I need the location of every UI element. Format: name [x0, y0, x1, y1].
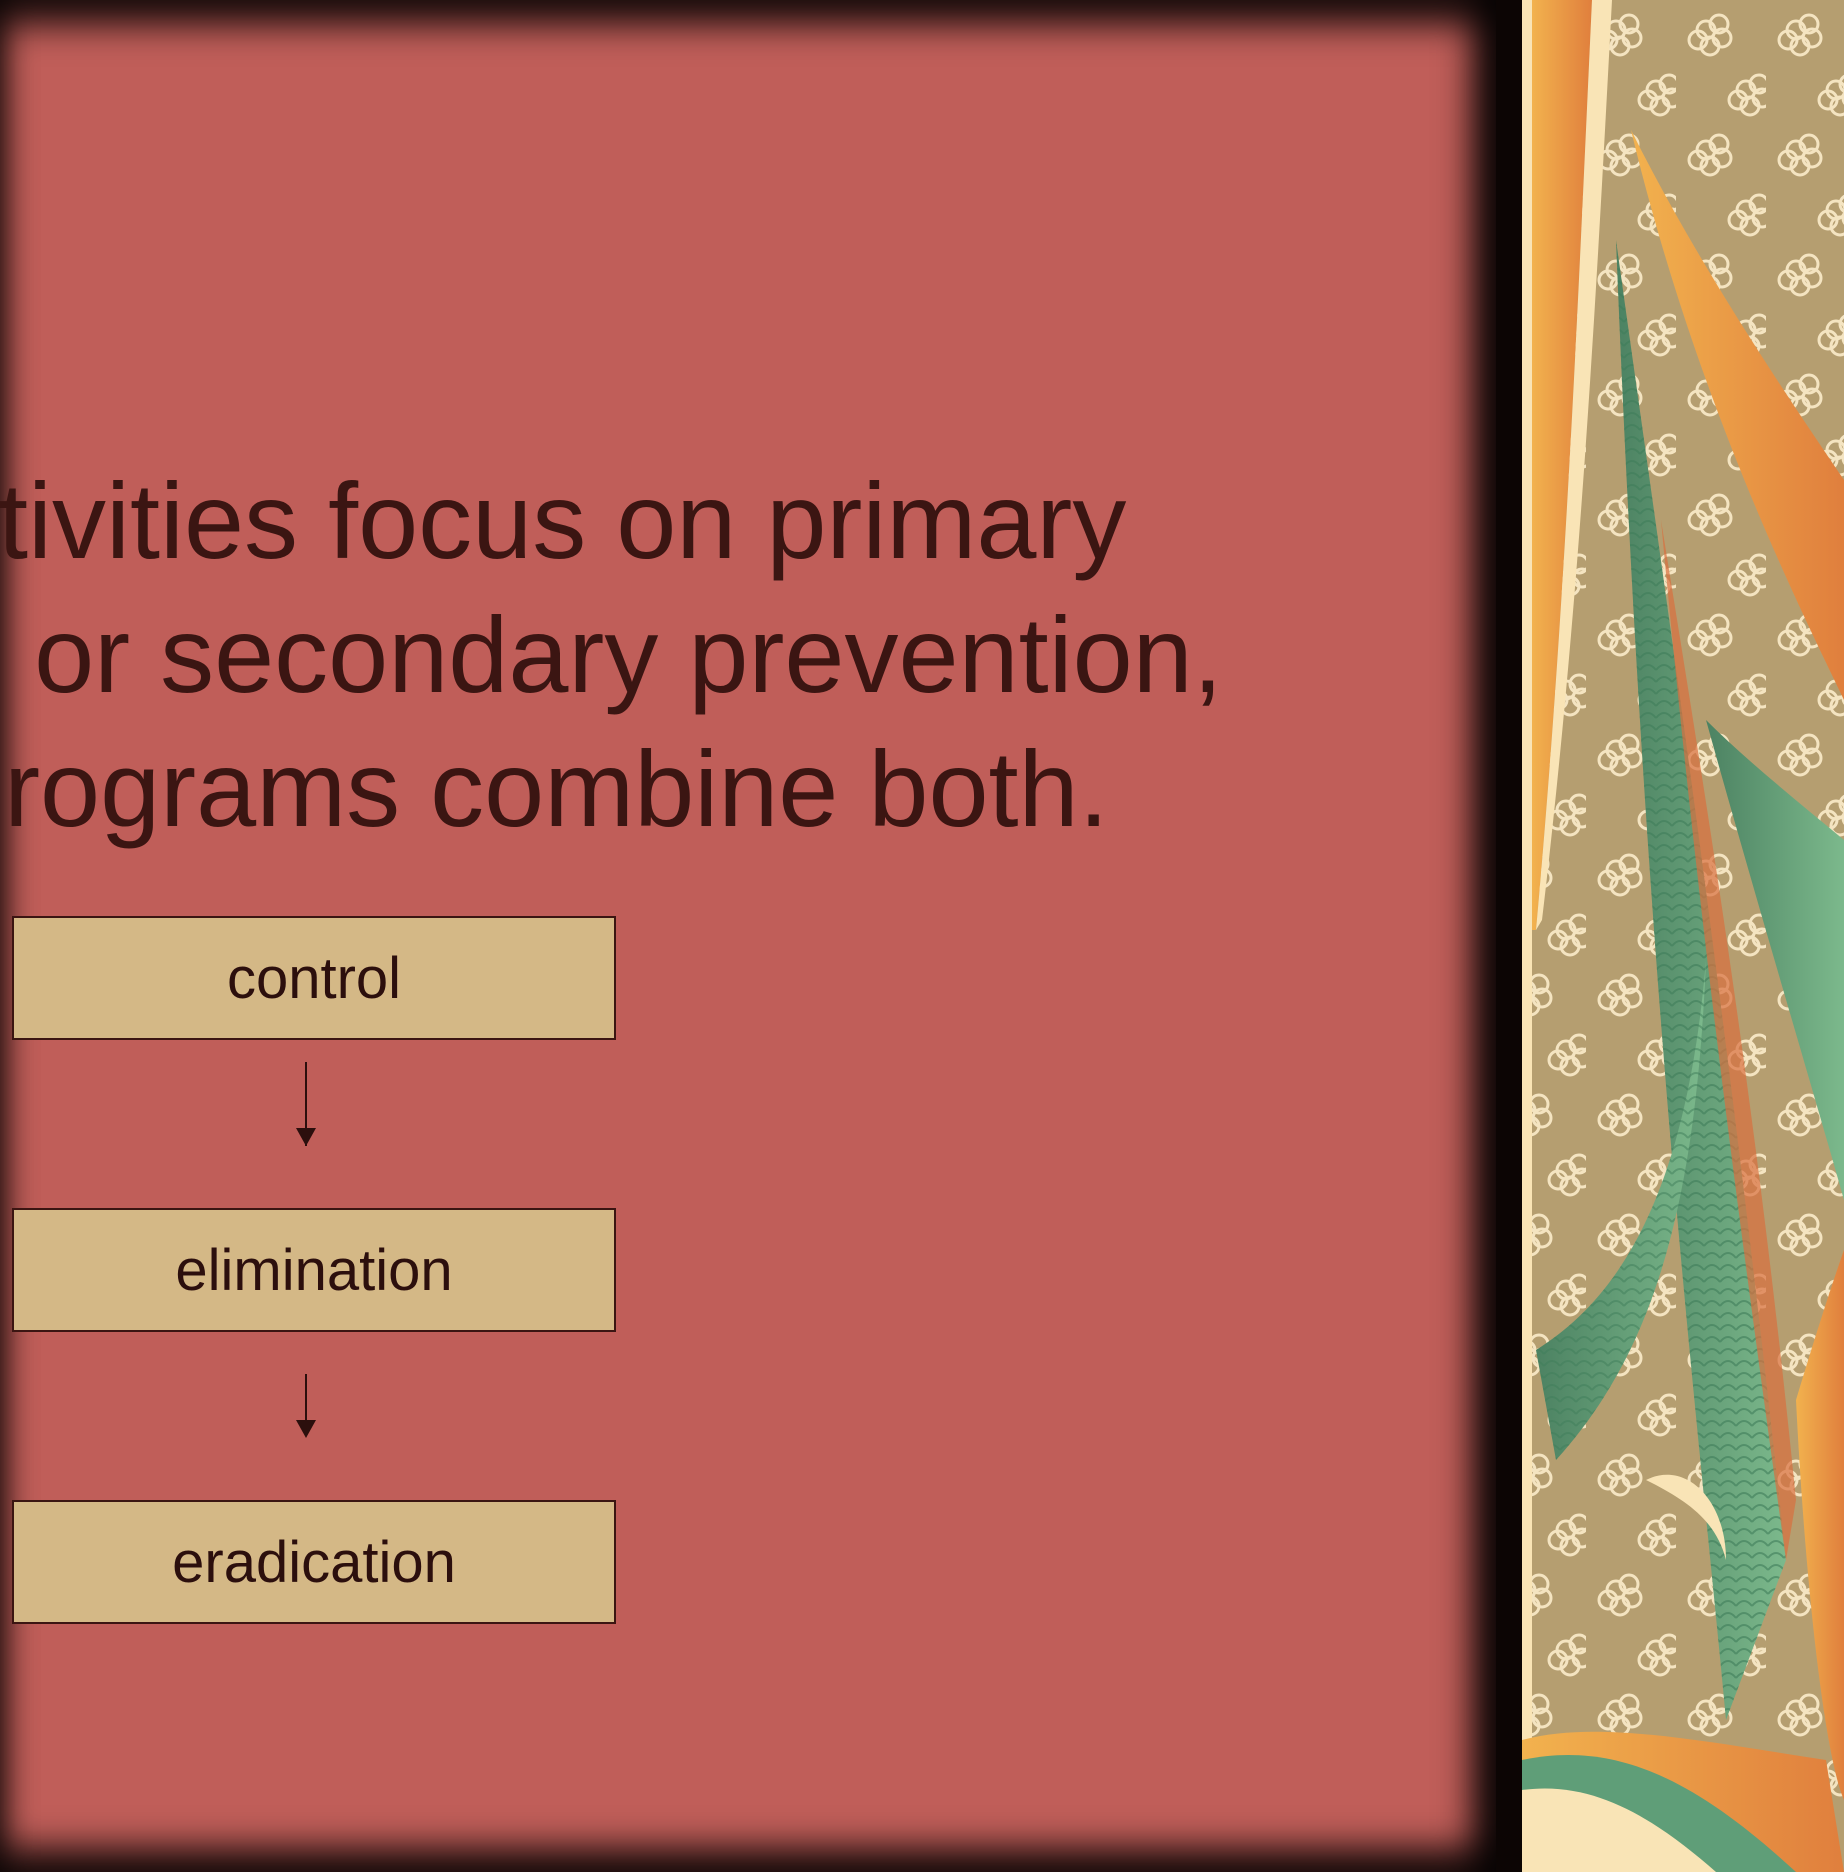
flow-box-control: control [12, 916, 616, 1040]
body-line-3: programs combine both. [0, 728, 1109, 849]
flow-box-eradication: eradication [12, 1500, 616, 1624]
flow-box-label: eradication [172, 1529, 456, 1595]
arrow-down-icon [296, 1128, 316, 1146]
flow-box-elimination: elimination [12, 1208, 616, 1332]
body-line-2: n or secondary prevention, [0, 594, 1223, 715]
body-line-1: ctivities focus on primary [0, 460, 1127, 581]
decorative-border [1522, 0, 1844, 1872]
flow-box-label: control [226, 945, 402, 1011]
body-text: ctivities focus on primary n or secondar… [0, 454, 1344, 856]
slide-panel: ctivities focus on primary n or secondar… [0, 0, 1496, 1872]
flow-box-label: elimination [175, 1237, 453, 1303]
arrow-down-icon [296, 1420, 316, 1438]
